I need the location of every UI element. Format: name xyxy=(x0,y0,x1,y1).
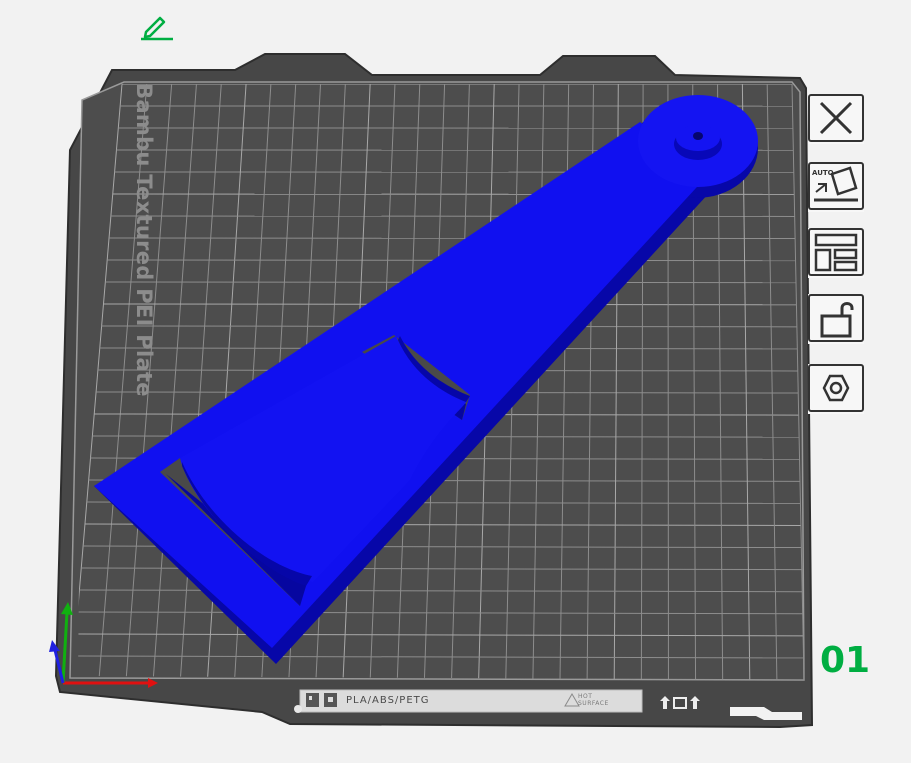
arrange-icon xyxy=(808,228,864,276)
plate-settings-button[interactable] xyxy=(808,364,864,414)
plate-icon-box-1 xyxy=(306,693,319,707)
plate-name-label: Bambu Textured PEI Plate xyxy=(132,83,156,397)
pencil-underline-icon xyxy=(141,16,173,41)
plate-number: 01 xyxy=(820,640,871,681)
auto-badge: AUTO xyxy=(812,169,834,177)
remove-plate-button[interactable] xyxy=(808,94,864,144)
filament-type-label: PLA/ABS/PETG xyxy=(346,695,430,706)
hot-surface-label: HOT SURFACE xyxy=(578,693,609,707)
unlock-icon xyxy=(808,294,864,342)
plate-toolbar: AUTO xyxy=(808,94,868,424)
arrange-button[interactable] xyxy=(808,228,864,278)
edit-plate-name-button[interactable] xyxy=(138,12,176,42)
grid-line-h xyxy=(109,237,796,240)
plate-pin xyxy=(294,705,302,713)
auto-orient-button[interactable]: AUTO xyxy=(808,162,864,212)
hex-nut-icon xyxy=(808,364,864,412)
lock-plate-button[interactable] xyxy=(808,294,864,344)
close-icon xyxy=(808,94,864,142)
auto-orient-icon: AUTO xyxy=(808,162,864,210)
